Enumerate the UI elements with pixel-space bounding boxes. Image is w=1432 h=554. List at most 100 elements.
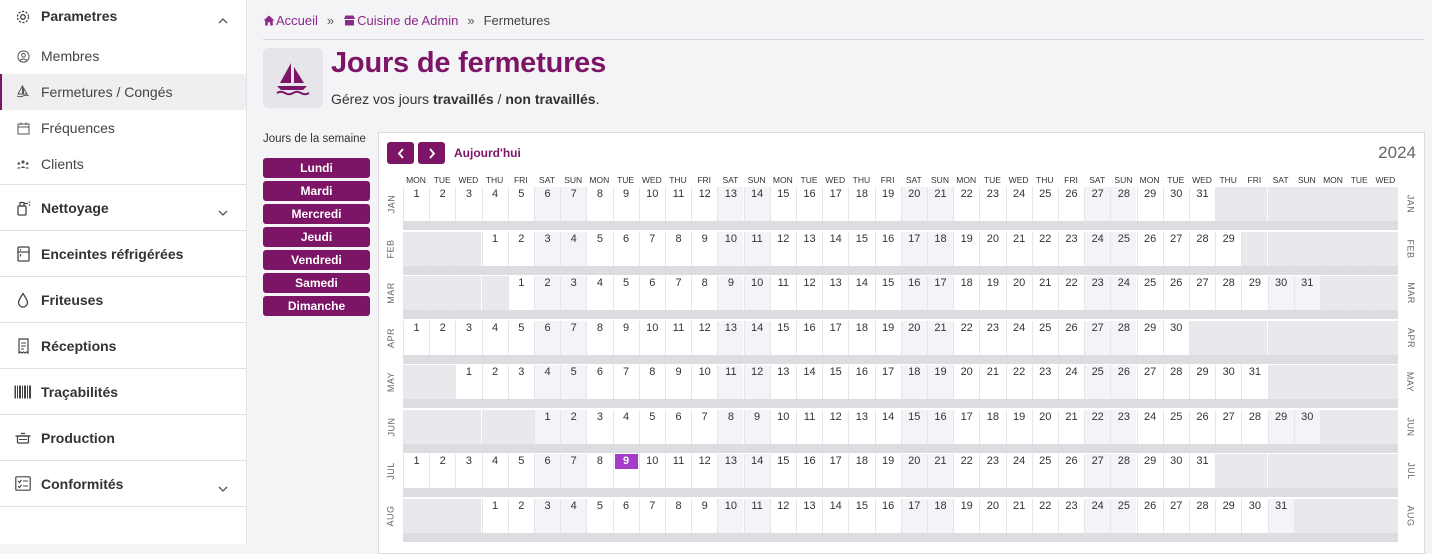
calendar-day[interactable]: 28: [1215, 276, 1241, 310]
calendar-day[interactable]: 9: [743, 409, 770, 444]
calendar-day[interactable]: 21: [1005, 231, 1032, 266]
weekday-button-dimanche[interactable]: Dimanche: [263, 296, 370, 316]
calendar-day[interactable]: 18: [900, 365, 927, 399]
calendar-day[interactable]: 25: [1031, 320, 1058, 355]
calendar-day[interactable]: 25: [1084, 365, 1111, 399]
calendar-day[interactable]: 2: [534, 276, 560, 310]
calendar-day[interactable]: 25: [1162, 409, 1189, 444]
calendar-day[interactable]: 22: [1031, 498, 1058, 533]
calendar-day[interactable]: 26: [1189, 409, 1215, 444]
calendar-day[interactable]: 18: [848, 454, 874, 488]
sidebar-section-enceintes[interactable]: Enceintes réfrigérées: [0, 231, 246, 276]
calendar-day[interactable]: 5: [586, 231, 612, 266]
calendar-day[interactable]: 15: [769, 320, 796, 355]
calendar-day[interactable]: 10: [717, 498, 744, 533]
prev-year-button[interactable]: [387, 142, 414, 164]
calendar-day[interactable]: 5: [507, 320, 534, 355]
calendar-day[interactable]: 14: [822, 498, 848, 533]
calendar-day[interactable]: 3: [455, 454, 481, 488]
calendar-day[interactable]: 25: [1110, 498, 1137, 533]
calendar-day[interactable]: 9: [665, 365, 691, 399]
calendar-day[interactable]: 1: [455, 365, 481, 399]
calendar-day[interactable]: 21: [1005, 498, 1032, 533]
calendar-day[interactable]: 15: [848, 498, 874, 533]
calendar-day[interactable]: 8: [586, 320, 612, 355]
sidebar-section-production[interactable]: Production: [0, 415, 246, 460]
calendar-day[interactable]: 21: [979, 365, 1005, 399]
calendar-day[interactable]: 30: [1215, 365, 1241, 399]
calendar-day[interactable]: 13: [796, 498, 822, 533]
calendar-day[interactable]: 21: [1058, 409, 1084, 444]
calendar-day[interactable]: 8: [691, 276, 717, 310]
calendar-day[interactable]: 28: [1162, 365, 1189, 399]
calendar-day[interactable]: 20: [1005, 276, 1032, 310]
calendar-day[interactable]: 30: [1241, 498, 1267, 533]
weekday-button-mardi[interactable]: Mardi: [263, 181, 370, 201]
calendar-day[interactable]: 12: [796, 276, 822, 310]
calendar-day[interactable]: 31: [1241, 365, 1267, 399]
calendar-day[interactable]: 11: [717, 365, 744, 399]
calendar-day[interactable]: 11: [665, 187, 691, 221]
calendar-day[interactable]: 4: [586, 276, 612, 310]
calendar-day[interactable]: 2: [507, 498, 534, 533]
sidebar-section-conformites[interactable]: Conformités: [0, 461, 246, 506]
calendar-day[interactable]: 11: [769, 276, 796, 310]
calendar-day[interactable]: 26: [1058, 320, 1084, 355]
calendar-day[interactable]: 19: [874, 187, 901, 221]
calendar-day[interactable]: 18: [848, 320, 874, 355]
calendar-day[interactable]: 5: [586, 498, 612, 533]
calendar-day[interactable]: 30: [1267, 276, 1294, 310]
calendar-day[interactable]: 18: [927, 498, 953, 533]
calendar-day[interactable]: 31: [1267, 498, 1294, 533]
calendar-day[interactable]: 4: [560, 231, 587, 266]
calendar-day[interactable]: 13: [822, 276, 848, 310]
calendar-day[interactable]: 20: [979, 498, 1005, 533]
calendar-day[interactable]: 20: [953, 365, 979, 399]
calendar-day[interactable]: 26: [1136, 231, 1163, 266]
calendar-day[interactable]: 5: [612, 276, 639, 310]
calendar-day[interactable]: 1: [403, 187, 429, 221]
calendar-day[interactable]: 6: [534, 187, 560, 221]
calendar-day[interactable]: 14: [743, 320, 770, 355]
calendar-day[interactable]: 6: [534, 320, 560, 355]
sidebar-section-tracabilites[interactable]: Traçabilités: [0, 369, 246, 414]
calendar-day[interactable]: 23: [1110, 409, 1137, 444]
calendar-day[interactable]: 13: [717, 320, 744, 355]
today-link[interactable]: Aujourd'hui: [454, 146, 521, 160]
calendar-day[interactable]: 2: [560, 409, 587, 444]
calendar-day[interactable]: 24: [1084, 498, 1111, 533]
calendar-day[interactable]: 1: [403, 320, 429, 355]
calendar-day[interactable]: 27: [1136, 365, 1163, 399]
calendar-day[interactable]: 9: [717, 276, 744, 310]
calendar-day[interactable]: 13: [769, 365, 796, 399]
weekday-button-lundi[interactable]: Lundi: [263, 158, 370, 178]
calendar-day[interactable]: 28: [1189, 231, 1215, 266]
calendar-day[interactable]: 17: [874, 365, 901, 399]
calendar-day[interactable]: 3: [534, 231, 560, 266]
calendar-day[interactable]: 7: [665, 276, 691, 310]
calendar-day[interactable]: 28: [1110, 187, 1137, 221]
calendar-day[interactable]: 20: [900, 187, 927, 221]
calendar-day[interactable]: 3: [455, 187, 481, 221]
calendar-day[interactable]: 12: [743, 365, 770, 399]
calendar-day[interactable]: 11: [743, 231, 770, 266]
calendar-day[interactable]: 29: [1136, 454, 1163, 488]
calendar-day[interactable]: 24: [1136, 409, 1163, 444]
calendar-day[interactable]: 12: [769, 231, 796, 266]
calendar-day[interactable]: 6: [612, 498, 639, 533]
calendar-day[interactable]: 29: [1215, 231, 1241, 266]
calendar-day[interactable]: 23: [1058, 231, 1084, 266]
calendar-day[interactable]: 22: [953, 320, 979, 355]
calendar-day[interactable]: 31: [1189, 187, 1215, 221]
calendar-day[interactable]: 9: [691, 498, 717, 533]
calendar-day[interactable]: 7: [638, 498, 665, 533]
calendar-day[interactable]: 1: [534, 409, 560, 444]
calendar-day[interactable]: 27: [1084, 187, 1111, 221]
calendar-day[interactable]: 8: [638, 365, 665, 399]
calendar-day[interactable]: 1: [481, 498, 508, 533]
calendar-day[interactable]: 29: [1215, 498, 1241, 533]
calendar-day[interactable]: 31: [1293, 276, 1320, 310]
calendar-day[interactable]: 24: [1084, 231, 1111, 266]
calendar-day[interactable]: 9: [612, 187, 639, 221]
calendar-day[interactable]: 16: [848, 365, 874, 399]
